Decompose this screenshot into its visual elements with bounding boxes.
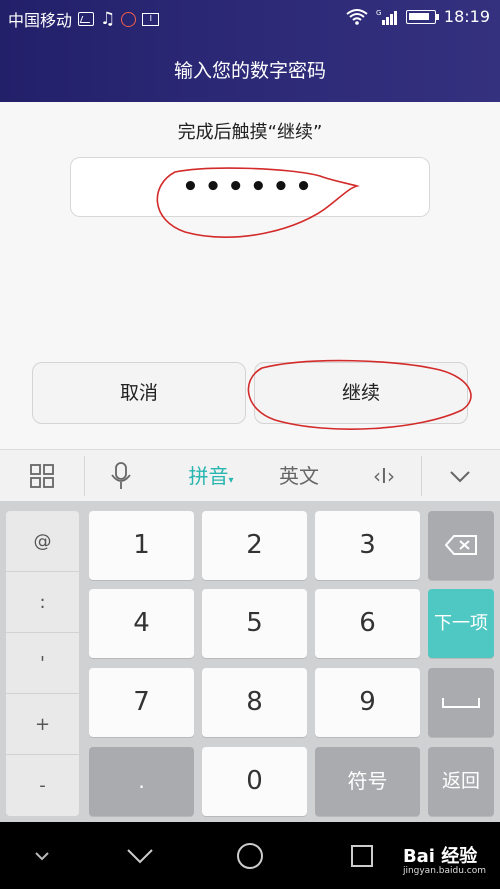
keyboard-toolbar: 拼音▾ 英文 ‹I› [0, 449, 500, 501]
key-4[interactable]: 4 [89, 589, 194, 658]
toolbar-divider [84, 456, 85, 496]
recents-icon[interactable] [344, 822, 380, 889]
key-8[interactable]: 8 [202, 668, 307, 737]
symbol-key-apostrophe[interactable]: ' [6, 633, 79, 694]
toolbar-divider [421, 456, 422, 496]
numeric-keyboard: @ : ' + - 1 2 3 4 5 6 下一项 7 8 9 . 0 符号 返… [0, 501, 500, 822]
next-field-key[interactable]: 下一项 [428, 589, 494, 658]
network-type-label: G [376, 9, 381, 17]
baidu-jingyan-watermark: Bai 经验 jingyan.baidu.com [403, 842, 486, 876]
symbol-key-plus[interactable]: + [6, 694, 79, 755]
signal-icon: G [376, 9, 398, 25]
clock: 18:19 [443, 7, 490, 26]
watermark-main: Bai 经验 [402, 846, 478, 867]
collapse-chevron-icon[interactable] [436, 450, 484, 502]
grid-icon[interactable] [14, 450, 70, 502]
image-icon [78, 12, 95, 26]
key-0[interactable]: 0 [202, 747, 307, 816]
password-input[interactable]: •••••• [70, 157, 430, 217]
carrier-label: 中国移动 [8, 11, 73, 30]
back-icon[interactable] [120, 822, 160, 889]
key-2[interactable]: 2 [202, 511, 307, 580]
space-icon [442, 698, 480, 708]
sim-icon: I [142, 12, 160, 26]
password-dialog: 完成后触摸“继续” •••••• 取消 继续 [0, 102, 500, 449]
battery-icon [405, 9, 439, 24]
page-title: 输入您的数字密码 [173, 60, 326, 82]
key-1[interactable]: 1 [89, 511, 194, 580]
key-5[interactable]: 5 [202, 589, 307, 658]
pinyin-label: 拼音 [188, 464, 229, 488]
space-key[interactable] [428, 668, 494, 737]
symbol-column: @ : ' + - [6, 511, 79, 816]
home-icon[interactable] [230, 822, 270, 889]
instruction-text: 完成后触摸“继续” [177, 122, 323, 143]
face-icon [121, 11, 137, 27]
cancel-button[interactable]: 取消 [32, 362, 246, 424]
watermark-sub: jingyan.baidu.com [402, 866, 486, 876]
hide-keyboard-icon[interactable] [26, 822, 58, 889]
pinyin-tab[interactable]: 拼音▾ [176, 450, 246, 502]
key-7[interactable]: 7 [89, 668, 194, 737]
music-note-icon: ♫ [100, 8, 116, 29]
backspace-key[interactable] [428, 511, 494, 580]
symbols-key[interactable]: 符号 [315, 747, 420, 816]
symbol-key-colon[interactable]: : [6, 572, 79, 633]
return-key[interactable]: 返回 [428, 747, 494, 816]
key-9[interactable]: 9 [315, 668, 420, 737]
key-dot[interactable]: . [89, 747, 194, 816]
microphone-icon[interactable] [96, 450, 146, 502]
cursor-control-button[interactable]: ‹I› [356, 450, 412, 502]
symbol-key-minus[interactable]: - [6, 755, 79, 816]
navigation-bar: Bai 经验 jingyan.baidu.com [0, 822, 500, 889]
symbol-key-at[interactable]: @ [6, 511, 79, 572]
backspace-icon [444, 535, 477, 555]
continue-button[interactable]: 继续 [254, 362, 468, 424]
key-3[interactable]: 3 [315, 511, 420, 580]
english-tab[interactable]: 英文 [268, 450, 330, 502]
key-6[interactable]: 6 [315, 589, 420, 658]
wifi-icon [346, 8, 368, 25]
top-bar: 中国移动 ♫ I G 18:19 输入您的数字密码 [0, 0, 500, 102]
status-bar: 中国移动 ♫ I G 18:19 [0, 0, 500, 36]
